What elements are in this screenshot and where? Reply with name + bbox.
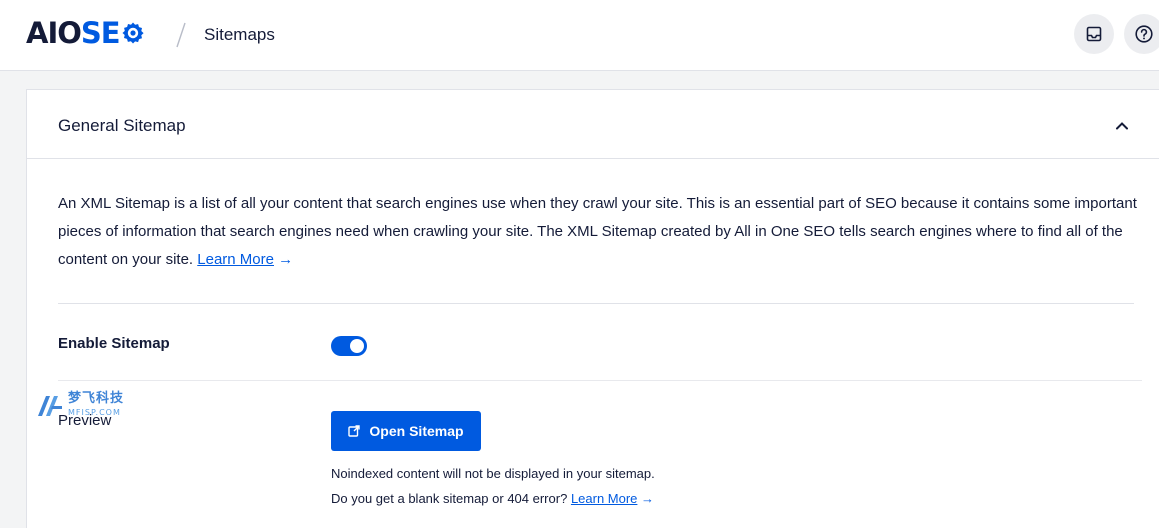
help-icon [1135, 25, 1153, 43]
logo-se-text: SE [80, 16, 121, 50]
sitemap-description: An XML Sitemap is a list of all your con… [58, 190, 1138, 274]
card-title: General Sitemap [58, 116, 186, 135]
blank-sitemap-text: Do you get a blank sitemap or 404 error? [331, 491, 568, 506]
watermark-cn: 梦飞科技 [68, 391, 125, 406]
help-button[interactable] [1124, 14, 1159, 54]
chevron-up-icon [1116, 121, 1128, 129]
card-header[interactable]: General Sitemap [27, 90, 1159, 159]
blank-sitemap-learn-more-link[interactable]: Learn More [571, 491, 637, 506]
notifications-button[interactable] [1074, 14, 1114, 54]
collapse-button[interactable] [1111, 116, 1133, 134]
open-sitemap-label: Open Sitemap [369, 423, 464, 439]
arrow-right-icon: → [278, 251, 294, 268]
logo-seo-text: SE [81, 16, 145, 50]
blank-sitemap-note: Do you get a blank sitemap or 404 error?… [331, 490, 654, 508]
watermark-logo-icon [38, 396, 62, 416]
gear-icon [122, 22, 144, 44]
breadcrumb-separator-icon [176, 22, 186, 48]
watermark: 梦飞科技 MFISP.COM [36, 392, 146, 422]
learn-more-link[interactable]: Learn More [197, 251, 274, 268]
toggle-knob [350, 339, 364, 353]
enable-sitemap-toggle[interactable] [331, 336, 367, 356]
enable-sitemap-label: Enable Sitemap [58, 335, 170, 352]
divider [58, 380, 1142, 381]
watermark-text: 梦飞科技 MFISP.COM [68, 392, 124, 420]
arrow-right-icon: → [641, 491, 655, 506]
inbox-icon [1086, 26, 1102, 42]
open-sitemap-button[interactable]: Open Sitemap [331, 411, 481, 451]
noindex-note: Noindexed content will not be displayed … [331, 466, 655, 481]
top-bar: AIO SE Sitemaps [0, 0, 1159, 71]
logo-aio-text: AIO [26, 16, 82, 50]
aioseo-logo: AIO SE [26, 16, 145, 50]
page-title: Sitemaps [204, 25, 275, 44]
watermark-url: MFISP.COM [68, 408, 121, 417]
divider [58, 303, 1134, 304]
external-link-icon [348, 425, 361, 437]
general-sitemap-card: General Sitemap An XML Sitemap is a list… [26, 89, 1159, 528]
